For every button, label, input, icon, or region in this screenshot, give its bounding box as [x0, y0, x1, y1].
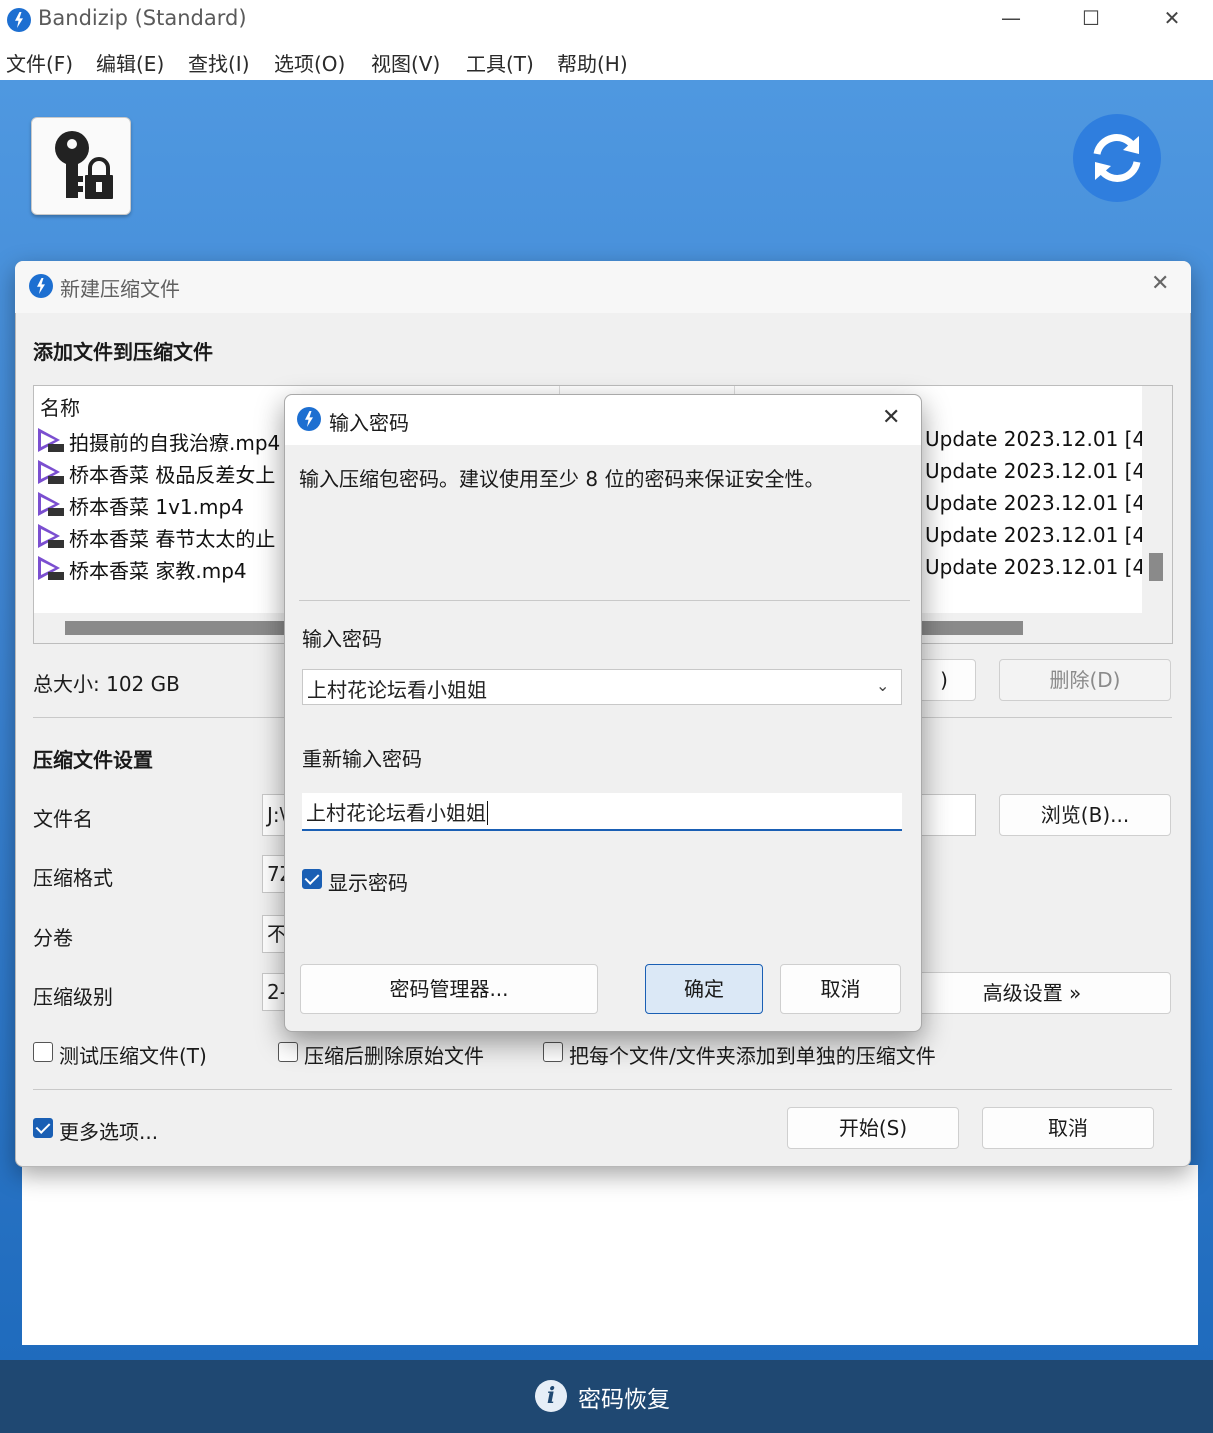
refresh-button[interactable]	[1073, 114, 1161, 202]
filename-label: 文件名	[33, 807, 93, 831]
password-cancel-button[interactable]: 取消	[780, 964, 901, 1014]
delete-original-checkbox[interactable]	[278, 1042, 298, 1062]
column-header-name[interactable]: 名称	[40, 392, 80, 421]
video-file-icon	[38, 490, 64, 518]
separate-archives-label: 把每个文件/文件夹添加到单独的压缩文件	[569, 1044, 936, 1068]
more-options-label: 更多选项...	[59, 1120, 159, 1144]
split-label: 分卷	[33, 926, 73, 950]
password-label: 输入密码	[302, 627, 382, 651]
bandizip-logo-icon	[29, 274, 53, 298]
separate-archives-checkbox[interactable]	[543, 1042, 563, 1062]
file-row-path: Update 2023.12.01 [45	[925, 491, 1158, 515]
password-dialog-titlebar: 输入密码 ✕	[285, 395, 921, 445]
total-size: 总大小: 102 GB	[33, 672, 180, 696]
test-archive-label: 测试压缩文件(T)	[59, 1044, 207, 1068]
ok-button[interactable]: 确定	[645, 964, 763, 1014]
password-dialog-close-icon[interactable]: ✕	[882, 405, 900, 430]
file-row-name[interactable]: 桥本香菜 家教.mp4	[69, 555, 247, 584]
menu-tools[interactable]: 工具(T)	[466, 48, 534, 77]
test-archive-checkbox[interactable]	[33, 1042, 53, 1062]
refresh-icon	[1093, 134, 1141, 182]
add-files-section-title: 添加文件到压缩文件	[33, 340, 213, 364]
start-button[interactable]: 开始(S)	[787, 1107, 959, 1149]
menu-options[interactable]: 选项(O)	[274, 48, 345, 77]
info-icon: i	[535, 1380, 567, 1412]
password-manager-button[interactable]: 密码管理器...	[300, 964, 598, 1014]
divider	[299, 600, 910, 601]
new-archive-close-icon[interactable]: ✕	[1151, 271, 1169, 296]
format-label: 压缩格式	[33, 866, 113, 890]
file-row-name[interactable]: 桥本香菜 春节太太的止	[69, 523, 275, 552]
archive-settings-section-title: 压缩文件设置	[33, 748, 153, 772]
password-input-value: 上村花论坛看小姐姐	[307, 678, 487, 702]
video-file-icon	[38, 458, 64, 486]
file-row-path: Update 2023.12.01 [45	[925, 555, 1158, 579]
bandizip-logo-icon	[7, 8, 31, 32]
close-window-button[interactable]: ✕	[1152, 6, 1192, 30]
new-archive-titlebar: 新建压缩文件 ✕	[15, 261, 1191, 313]
app-title: Bandizip (Standard)	[38, 6, 247, 30]
video-file-icon	[38, 522, 64, 550]
level-label: 压缩级别	[33, 985, 113, 1009]
delete-original-label: 压缩后删除原始文件	[304, 1044, 484, 1068]
main-content-panel	[22, 1165, 1198, 1345]
repeat-password-value: 上村花论坛看小姐姐	[306, 801, 486, 825]
password-recovery-label: 密码恢复	[578, 1387, 670, 1413]
video-file-icon	[38, 426, 64, 454]
new-archive-title: 新建压缩文件	[60, 277, 180, 301]
menu-bar: 文件(F) 编辑(E) 查找(I) 选项(O) 视图(V) 工具(T) 帮助(H…	[0, 40, 1213, 80]
password-dialog-title: 输入密码	[329, 411, 409, 435]
password-tool-button[interactable]	[31, 117, 131, 215]
file-row-name[interactable]: 桥本香菜 1v1.mp4	[69, 491, 244, 520]
menu-view[interactable]: 视图(V)	[371, 48, 440, 77]
repeat-password-input[interactable]: 上村花论坛看小姐姐​	[302, 793, 902, 831]
menu-edit[interactable]: 编辑(E)	[96, 48, 164, 77]
text-cursor: ​	[487, 801, 488, 825]
file-row-path: Update 2023.12.01 [45	[925, 459, 1158, 483]
advanced-settings-button[interactable]: 高级设置 »	[893, 972, 1171, 1014]
show-password-checkbox[interactable]	[302, 869, 322, 889]
video-file-icon	[38, 554, 64, 582]
vertical-scroll-thumb[interactable]	[1149, 553, 1163, 581]
file-row-name[interactable]: 桥本香菜 极品反差女上	[69, 459, 275, 488]
divider	[33, 1089, 1172, 1090]
maximize-button[interactable]: ☐	[1071, 6, 1111, 30]
menu-file[interactable]: 文件(F)	[6, 48, 73, 77]
key-lock-icon	[55, 131, 115, 201]
chevron-down-icon[interactable]: ⌄	[876, 676, 889, 695]
more-options-checkbox[interactable]	[33, 1118, 53, 1138]
password-recovery-bar[interactable]: 密码恢复	[0, 1360, 1213, 1433]
file-row-path: Update 2023.12.01 [45	[925, 523, 1158, 547]
password-input[interactable]: 上村花论坛看小姐姐	[302, 669, 902, 705]
cancel-button[interactable]: 取消	[982, 1107, 1154, 1149]
delete-button[interactable]: 删除(D)	[999, 659, 1171, 701]
browse-button[interactable]: 浏览(B)...	[999, 794, 1171, 836]
show-password-label: 显示密码	[328, 871, 408, 895]
file-row-name[interactable]: 拍摄前的自我治療.mp4	[69, 427, 280, 456]
app-titlebar: Bandizip (Standard) — ☐ ✕	[0, 0, 1213, 40]
menu-find[interactable]: 查找(I)	[188, 48, 250, 77]
bandizip-logo-icon	[297, 407, 321, 431]
minimize-button[interactable]: —	[991, 6, 1031, 30]
password-description: 输入压缩包密码。建议使用至少 8 位的密码来保证安全性。	[299, 467, 825, 491]
repeat-password-label: 重新输入密码	[302, 747, 422, 771]
menu-help[interactable]: 帮助(H)	[557, 48, 628, 77]
file-row-path: Update 2023.12.01 [45	[925, 427, 1158, 451]
